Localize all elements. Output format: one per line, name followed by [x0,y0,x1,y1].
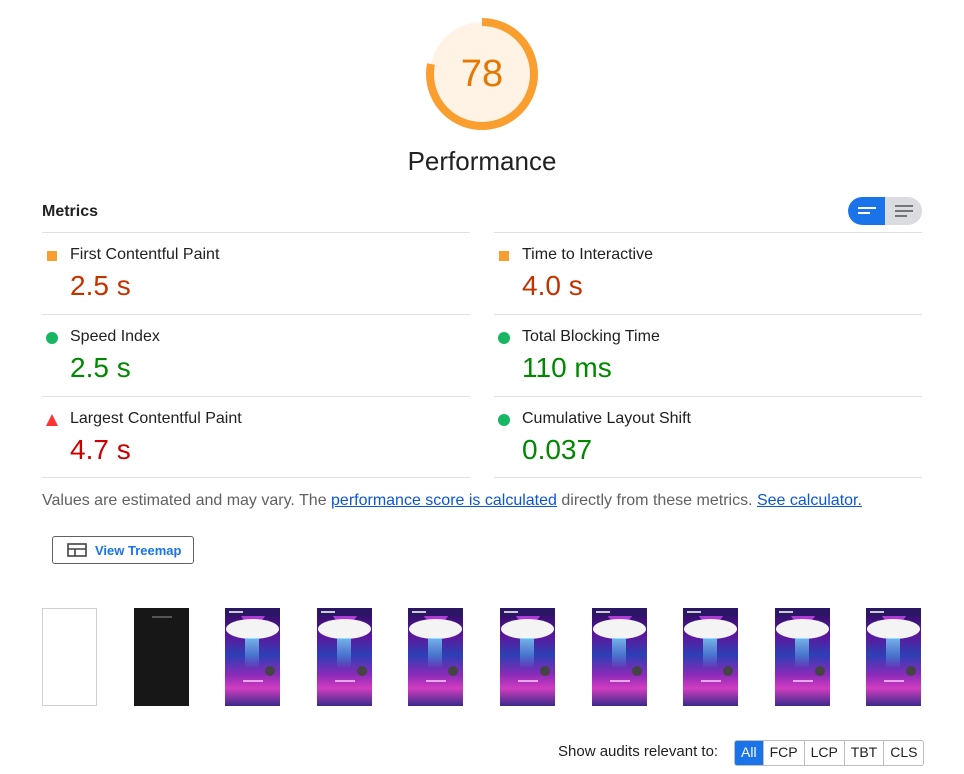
metrics-heading: Metrics [42,203,99,220]
metric-name: Largest Contentful Paint [70,410,242,427]
filter-chip-fcp[interactable]: FCP [762,741,804,765]
long-lines-icon [894,205,913,217]
score-calculated-link[interactable]: performance score is calculated [331,492,557,509]
metric-value: 4.0 s [522,270,583,301]
note-prefix: Values are estimated and may vary. The [42,492,332,509]
note-middle: directly from these metrics. [556,492,757,509]
expanded-view-button[interactable] [885,197,922,225]
fail-triangle-icon [46,414,58,426]
metrics-note: Values are estimated and may vary. The p… [42,492,862,510]
metric-total-blocking-time: Total Blocking Time 110 ms [494,314,922,397]
filmstrip [42,608,922,708]
filmstrip-frame [591,608,647,706]
average-square-icon [47,251,57,261]
filmstrip-frame [316,608,372,706]
metric-value: 2.5 s [70,270,131,301]
metric-value: 4.7 s [70,434,131,465]
metric-cumulative-layout-shift: Cumulative Layout Shift 0.037 [494,396,922,479]
pass-circle-icon [46,332,58,344]
filter-chip-tbt[interactable]: TBT [843,741,883,765]
filmstrip-frame [500,608,555,706]
metric-value: 0.037 [522,434,593,465]
metrics-view-toggle[interactable] [848,197,922,225]
metric-speed-index: Speed Index 2.5 s [42,314,470,397]
performance-score: 78 [460,53,504,95]
filter-chip-cls[interactable]: CLS [883,741,923,765]
view-treemap-button[interactable]: View Treemap [52,536,194,564]
metric-name: First Contentful Paint [70,246,220,263]
metric-first-contentful-paint: First Contentful Paint 2.5 s [42,232,470,315]
filmstrip-frame [866,608,922,706]
filmstrip-frame [225,608,281,706]
audits-filter-label: Show audits relevant to: [558,743,719,760]
category-title: Performance [407,146,557,176]
metric-name: Cumulative Layout Shift [522,410,691,427]
metric-largest-contentful-paint: Largest Contentful Paint 4.7 s [42,396,470,479]
metric-name: Total Blocking Time [522,328,660,345]
filmstrip-frame [133,608,189,706]
treemap-icon [67,543,87,557]
filmstrip-frame [774,608,830,706]
average-square-icon [499,251,509,261]
metric-name: Time to Interactive [522,246,654,263]
filter-chip-all[interactable]: All [735,741,763,765]
filmstrip-frame [408,608,464,706]
filmstrip-frame [42,608,97,706]
metric-time-to-interactive: Time to Interactive 4.0 s [494,232,922,315]
view-treemap-label: View Treemap [95,542,182,558]
see-calculator-link[interactable]: See calculator. [757,492,862,509]
pass-circle-icon [498,414,510,426]
metric-value: 2.5 s [70,352,131,383]
filter-chip-lcp[interactable]: LCP [803,741,844,765]
audits-filter-chips: All FCP LCP TBT CLS [734,740,925,766]
pass-circle-icon [498,332,510,344]
short-lines-icon [857,207,876,214]
metric-value: 110 ms [522,352,612,383]
filmstrip-frame [683,608,739,706]
compact-view-button[interactable] [848,197,885,225]
metric-name: Speed Index [70,328,160,345]
performance-gauge: 78 [424,16,540,132]
